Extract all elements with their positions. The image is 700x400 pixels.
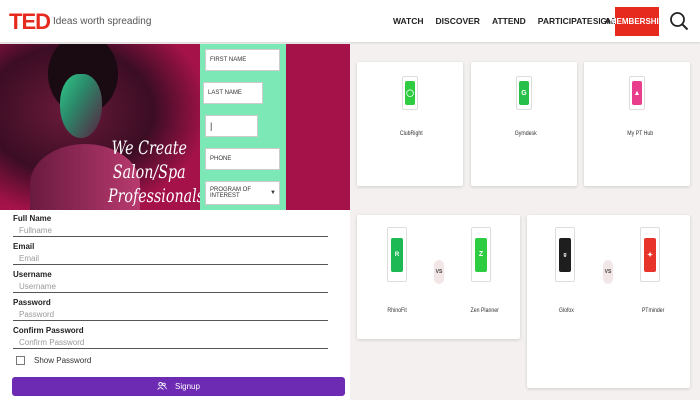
username-label: Username: [13, 270, 52, 279]
app-name-right: Zen Planner: [470, 307, 499, 314]
show-password-label: Show Password: [34, 356, 92, 365]
show-password-toggle[interactable]: Show Password: [16, 356, 91, 365]
banner-headline-line: Salon/Spa: [112, 161, 186, 183]
app-card-clubright[interactable]: ◯ ClubRight: [357, 62, 463, 186]
comparison-card-glofox-vs-ptminder[interactable]: g VS ✦ Glofox PTminder: [527, 215, 690, 388]
banner-email-field[interactable]: |: [205, 115, 258, 137]
banner-headline-line: Professionals: [108, 185, 204, 207]
comparison-card-rhinofit-vs-zen-planner[interactable]: R VS Z RhinoFit Zen Planner: [357, 215, 520, 339]
ptminder-logo: ✦: [640, 227, 660, 282]
membership-button[interactable]: MEMBERSHIP: [610, 7, 664, 36]
banner-last-name-field[interactable]: LAST NAME: [203, 82, 263, 104]
ted-logo[interactable]: TED: [9, 9, 51, 35]
text-cursor: |: [210, 121, 213, 131]
user-group-icon: [157, 381, 167, 392]
nav-watch[interactable]: WATCH: [393, 16, 424, 26]
my-pt-hub-logo-icon: ▲: [632, 81, 642, 105]
app-card-my-pt-hub[interactable]: ▲ My PT Hub: [584, 62, 690, 186]
banner-program-select[interactable]: PROGRAM OF INTEREST ▼: [205, 181, 280, 205]
gymdesk-logo-icon: G: [519, 81, 529, 105]
clubright-logo: ◯: [402, 76, 418, 110]
banner-headline: We Create Salon/Spa Professionals: [108, 136, 204, 208]
show-password-checkbox[interactable]: [16, 356, 25, 365]
app-card-gymdesk[interactable]: G Gymdesk: [471, 62, 577, 186]
top-navigation-bar: TED Ideas worth spreading WATCH DISCOVER…: [0, 0, 700, 42]
password-label: Password: [13, 298, 51, 307]
zen-planner-logo: Z: [471, 227, 491, 282]
signup-button[interactable]: Signup: [12, 377, 345, 396]
ptminder-logo-icon: ✦: [644, 237, 656, 272]
app-name-left: RhinoFit: [387, 307, 407, 314]
rhinofit-logo: R: [387, 227, 407, 282]
dropdown-arrow-icon: ▼: [270, 190, 276, 196]
glofox-logo: g: [555, 227, 575, 282]
banner-lead-form: FIRST NAME LAST NAME | PHONE PROGRAM OF …: [200, 44, 286, 210]
gymdesk-logo: G: [516, 76, 532, 110]
confirm-password-input[interactable]: [13, 337, 328, 349]
nav-participate[interactable]: PARTICIPATE: [538, 16, 593, 26]
signup-button-label: Signup: [175, 382, 200, 391]
email-input[interactable]: [13, 253, 328, 265]
banner-first-name-field[interactable]: FIRST NAME: [205, 49, 280, 71]
confirm-password-label: Confirm Password: [13, 326, 84, 335]
zen-planner-logo-icon: Z: [475, 237, 487, 272]
search-icon[interactable]: [669, 11, 689, 31]
vs-badge: VS: [603, 260, 613, 284]
app-name: My PT Hub: [627, 130, 654, 137]
username-input[interactable]: [13, 281, 328, 293]
app-name: ClubRight: [399, 130, 423, 137]
banner-program-label: PROGRAM OF INTEREST: [210, 187, 252, 199]
rhinofit-logo-icon: R: [391, 237, 403, 272]
fullname-label: Full Name: [13, 214, 52, 223]
tagline: Ideas worth spreading: [53, 16, 152, 27]
vs-badge: VS: [434, 260, 444, 284]
clubright-logo-icon: ◯: [405, 81, 415, 105]
banner-headline-line: We Create: [111, 137, 187, 159]
nav-discover[interactable]: DISCOVER: [436, 16, 480, 26]
nav-attend[interactable]: ATTEND: [492, 16, 526, 26]
password-input[interactable]: [13, 309, 328, 321]
app-name: Gymdesk: [514, 130, 537, 137]
my-pt-hub-logo: ▲: [629, 76, 645, 110]
glofox-logo-icon: g: [559, 237, 571, 272]
app-name-left: Glofox: [558, 307, 574, 314]
banner-photo-face: [60, 74, 102, 138]
email-label: Email: [13, 242, 35, 251]
banner-phone-field[interactable]: PHONE: [205, 148, 280, 170]
salon-spa-banner-ad[interactable]: We Create Salon/Spa Professionals FIRST …: [0, 44, 350, 210]
fullname-input[interactable]: [13, 225, 328, 237]
signup-form: Full Name Email Username Password Confir…: [0, 210, 350, 400]
app-name-right: PTminder: [641, 307, 665, 314]
